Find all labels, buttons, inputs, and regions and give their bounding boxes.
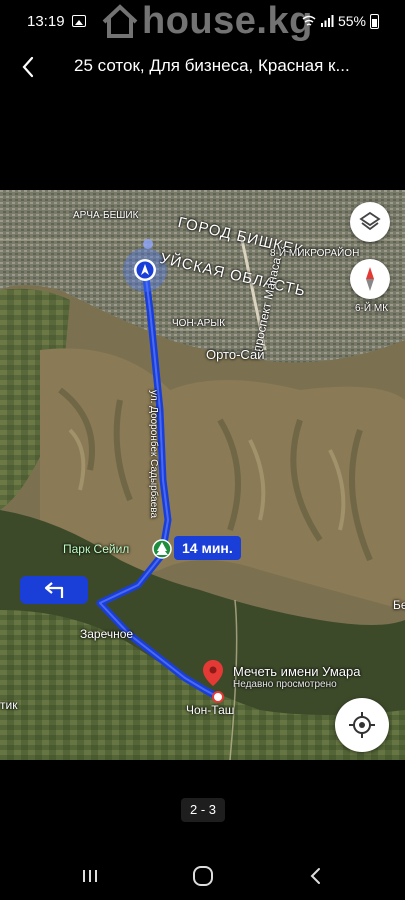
battery-percent: 55% bbox=[337, 13, 366, 29]
gallery-notification-icon bbox=[72, 15, 86, 27]
compass-button[interactable] bbox=[350, 259, 390, 299]
android-nav-bar bbox=[0, 858, 405, 898]
turn-direction-badge bbox=[20, 576, 88, 604]
layers-icon bbox=[359, 211, 381, 231]
page-title: 25 соток, Для бизнеса, Красная к... bbox=[74, 56, 350, 75]
layers-button[interactable] bbox=[350, 202, 390, 242]
eta-badge: 14 мин. bbox=[174, 536, 241, 560]
map-label-orto-sai: Орто-Сай bbox=[206, 347, 265, 362]
map-label-archa-beshik: АРЧА-БЕШИК bbox=[73, 210, 139, 221]
watermark-house-icon bbox=[102, 4, 138, 38]
signal-icon bbox=[320, 15, 334, 27]
recent-apps-icon[interactable] bbox=[81, 867, 99, 885]
destination-label: Мечеть имени Умара Недавно просмотрено bbox=[233, 664, 360, 690]
turn-left-icon bbox=[44, 582, 64, 598]
system-indicators: 55% bbox=[302, 13, 379, 29]
status-bar: 13:19 house.kg 55% bbox=[0, 0, 405, 44]
map-label-right-edge: Бе bbox=[393, 598, 405, 612]
title-bar: 25 соток, Для бизнеса, Красная к... bbox=[0, 44, 405, 90]
map-label-chon-tash: Чон-Таш bbox=[186, 703, 235, 717]
map-label-micro6: 6-Й МК bbox=[355, 303, 389, 314]
battery-icon bbox=[370, 13, 379, 29]
map-label-left-edge: тик bbox=[0, 698, 18, 712]
map-screenshot[interactable]: АРЧА-БЕШИК ГОРОД БИШКЕК УЙСКАЯ ОБЛАСТЬ 8… bbox=[0, 190, 405, 760]
map-label-zarechnoe: Заречное bbox=[80, 627, 134, 641]
destination-name: Мечеть имени Умара bbox=[233, 664, 361, 679]
destination-subtitle: Недавно просмотрено bbox=[233, 679, 337, 690]
wifi-icon bbox=[302, 15, 316, 26]
image-pager: 2 - 3 bbox=[181, 798, 225, 822]
status-time: 13:19 bbox=[27, 13, 65, 30]
watermark-text: house.kg bbox=[142, 0, 313, 42]
crosshair-icon bbox=[349, 712, 375, 738]
map-label-street: ул. Дооронбек Садырбаева bbox=[148, 390, 159, 519]
my-location-button[interactable] bbox=[335, 698, 389, 752]
map-label-chon-aryk: ЧОН-АРЫК bbox=[172, 318, 226, 329]
back-arrow-icon[interactable] bbox=[14, 52, 44, 82]
compass-icon bbox=[366, 267, 374, 291]
map-label-park: Парк Сейил bbox=[63, 542, 130, 556]
map-label-micro8: 8-Й МИКРОРАЙОН bbox=[270, 248, 360, 259]
home-button-icon[interactable] bbox=[193, 866, 213, 886]
back-nav-icon[interactable] bbox=[306, 866, 326, 886]
